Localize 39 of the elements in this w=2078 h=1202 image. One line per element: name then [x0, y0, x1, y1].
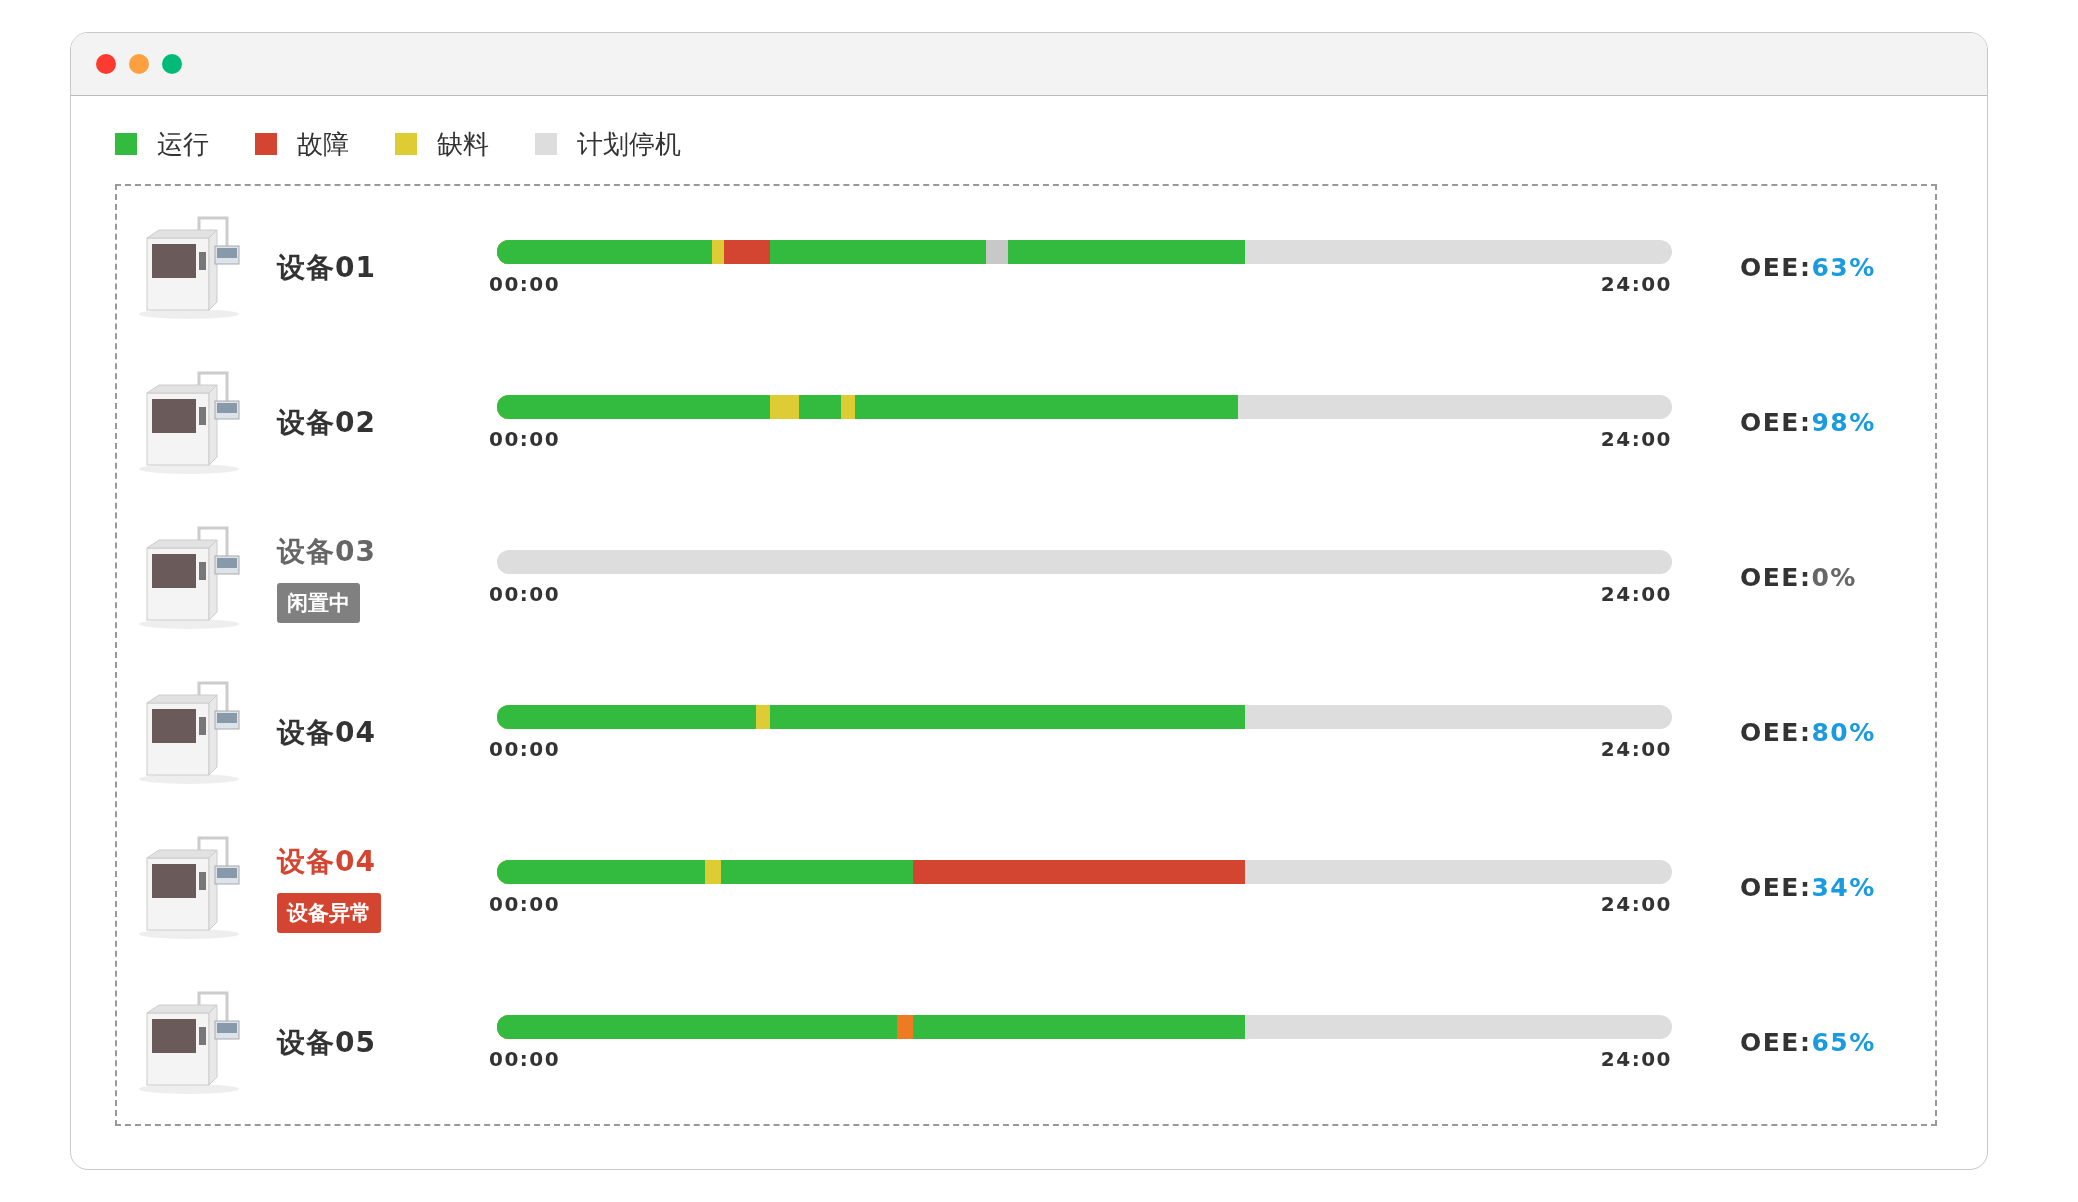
status-badge: 闲置中	[277, 582, 360, 623]
oee-label: OEE:	[1740, 253, 1812, 282]
start-time: 00:00	[489, 736, 561, 761]
status-badge: 设备异常	[277, 892, 381, 933]
legend-label: 计划停机	[577, 127, 681, 161]
device-name: 设备05	[277, 1024, 376, 1061]
oee-label: OEE:	[1740, 563, 1812, 592]
end-time: 24:00	[1600, 271, 1672, 296]
end-time: 24:00	[1600, 1046, 1672, 1071]
start-time: 00:00	[489, 891, 561, 916]
legend-label: 缺料	[437, 127, 489, 161]
device-name: 设备04	[277, 843, 376, 880]
legend-label: 运行	[157, 127, 209, 161]
start-time: 00:00	[489, 271, 561, 296]
start-time: 00:00	[489, 426, 561, 451]
device-name: 设备03	[277, 533, 376, 570]
oee-label: OEE:	[1740, 1028, 1812, 1057]
end-time: 24:00	[1600, 426, 1672, 451]
device-name: 设备02	[277, 404, 376, 441]
legend-label: 故障	[297, 127, 349, 161]
oee-label: OEE:	[1740, 718, 1812, 747]
oee-value: 98%	[1811, 408, 1876, 437]
device-name: 设备01	[277, 249, 376, 286]
start-time: 00:00	[489, 1046, 561, 1071]
minimize-button[interactable]	[129, 54, 149, 74]
oee-label: OEE:	[1740, 873, 1812, 902]
oee-value: 63%	[1811, 253, 1876, 282]
close-button[interactable]	[96, 54, 116, 74]
oee-value: 65%	[1811, 1028, 1876, 1057]
oee-label: OEE:	[1740, 408, 1812, 437]
end-time: 24:00	[1600, 891, 1672, 916]
end-time: 24:00	[1600, 581, 1672, 606]
maximize-button[interactable]	[162, 54, 182, 74]
device-name: 设备04	[277, 714, 376, 751]
oee-value: 0%	[1811, 563, 1857, 592]
start-time: 00:00	[489, 581, 561, 606]
end-time: 24:00	[1600, 736, 1672, 761]
oee-value: 80%	[1811, 718, 1876, 747]
oee-value: 34%	[1811, 873, 1876, 902]
